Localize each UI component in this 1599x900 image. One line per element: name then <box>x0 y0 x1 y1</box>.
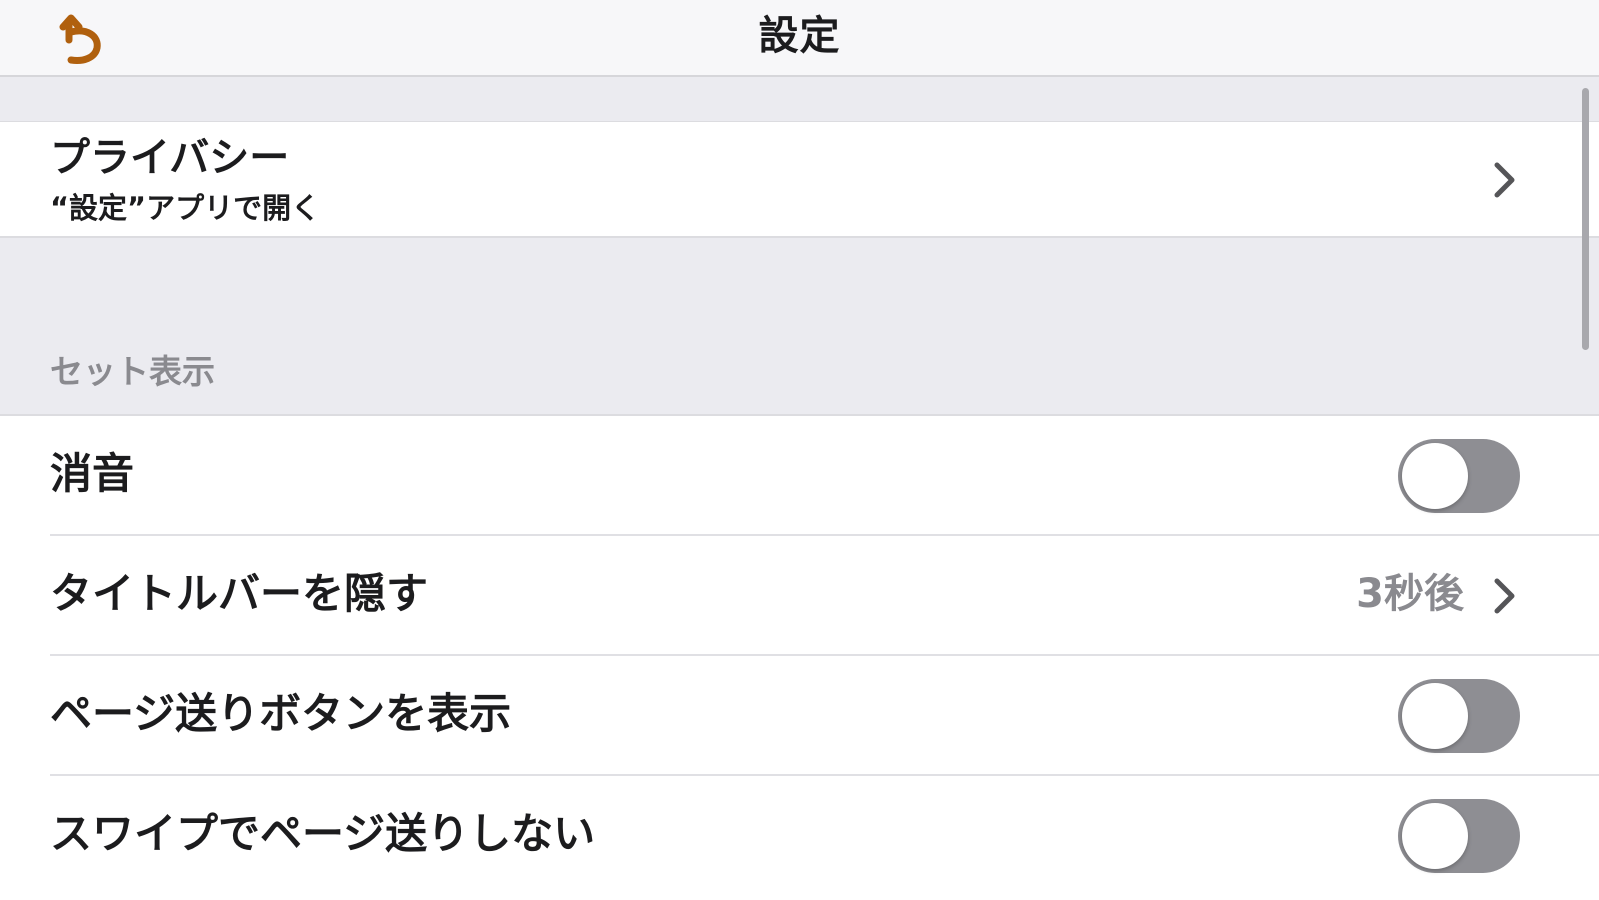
navigation-bar: 設定 <box>0 0 1599 77</box>
page-buttons-toggle[interactable] <box>1398 679 1520 753</box>
no-swipe-row: スワイプでページ送りしない <box>0 776 1599 896</box>
hide-titlebar-label: タイトルバーを隠す <box>50 569 429 618</box>
toggle-knob <box>1402 683 1468 749</box>
toggle-knob <box>1402 443 1468 509</box>
settings-group: 消音 タイトルバーを隠す 3秒後 ページ送りボタンを表示 スワイプでページ送りし… <box>0 414 1599 900</box>
section-header: セット表示 <box>50 352 215 391</box>
chevron-right-icon <box>1494 162 1515 198</box>
scrollbar[interactable] <box>1582 88 1589 350</box>
no-swipe-toggle[interactable] <box>1398 799 1520 873</box>
settings-screen: 設定 プライバシー “設定”アプリで開く セット表示 消音 タイトルバーを隠す … <box>0 0 1599 900</box>
page-buttons-label: ページ送りボタンを表示 <box>50 689 512 738</box>
mute-label: 消音 <box>50 449 135 498</box>
privacy-title: プライバシー <box>50 135 290 181</box>
toggle-knob <box>1402 803 1468 869</box>
page-title: 設定 <box>758 13 841 59</box>
hide-titlebar-value: 3秒後 <box>1356 571 1464 617</box>
mute-row: 消音 <box>0 416 1599 536</box>
privacy-row[interactable]: プライバシー “設定”アプリで開く <box>0 121 1599 238</box>
chevron-right-icon <box>1494 578 1515 614</box>
mute-toggle[interactable] <box>1398 439 1520 513</box>
no-swipe-label: スワイプでページ送りしない <box>50 809 596 858</box>
hide-titlebar-row[interactable]: タイトルバーを隠す 3秒後 <box>0 536 1599 656</box>
privacy-subtitle: “設定”アプリで開く <box>50 191 321 225</box>
page-buttons-row: ページ送りボタンを表示 <box>0 656 1599 776</box>
